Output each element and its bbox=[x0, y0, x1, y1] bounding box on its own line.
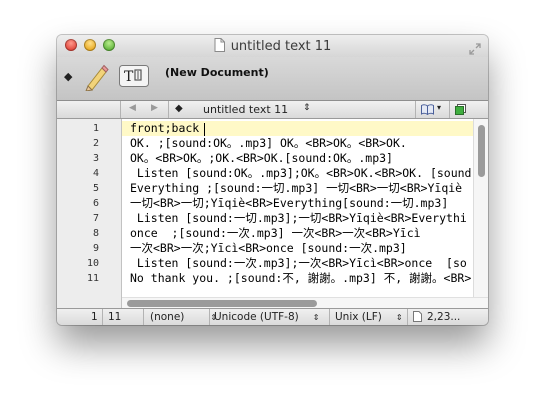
book-icon[interactable] bbox=[421, 104, 434, 118]
syntax-popup[interactable]: (none) ⇕ bbox=[150, 311, 217, 323]
title-bar[interactable]: untitled text 11 bbox=[57, 35, 488, 57]
svg-text:T: T bbox=[124, 69, 134, 85]
code-line[interactable]: Listen [sound:OK。.mp3];OK。<BR>OK.<BR>OK.… bbox=[130, 166, 473, 181]
line-endings-label: Unix (LF) bbox=[335, 311, 382, 323]
updown-icon: ⇕ bbox=[312, 313, 320, 322]
line-endings-popup[interactable]: Unix (LF) ⇕ bbox=[335, 311, 403, 323]
status-divider bbox=[102, 309, 103, 325]
bullet-icon: ◆ bbox=[175, 103, 183, 114]
status-divider bbox=[143, 309, 144, 325]
line-number: 6 bbox=[92, 198, 99, 209]
horizontal-scroll-thumb[interactable] bbox=[127, 300, 317, 307]
line-number: 2 bbox=[92, 138, 99, 149]
code-line[interactable]: once ;[sound:一次.mp3] 一次<BR>一次<BR>Yīcì bbox=[130, 226, 421, 241]
window-title: untitled text 11 bbox=[230, 39, 332, 54]
code-line[interactable]: OK。<BR>OK。;OK.<BR>OK.[sound:OK。.mp3] bbox=[130, 151, 393, 166]
code-line[interactable]: Listen [sound:一次.mp3];一次<BR>Yīcì<BR>once… bbox=[130, 256, 467, 271]
line-number: 8 bbox=[92, 228, 99, 239]
back-arrow-icon[interactable]: ◀ bbox=[129, 103, 136, 113]
line-number: 4 bbox=[92, 168, 99, 179]
navigation-bar: ◀ ▶ ◆ untitled text 11 ⇕ ▾ bbox=[57, 101, 488, 119]
bullet-icon: ◆ bbox=[64, 70, 73, 83]
text-options-icon[interactable]: T bbox=[119, 65, 149, 91]
vertical-scroll-thumb[interactable] bbox=[478, 125, 485, 177]
nav-divider bbox=[168, 101, 169, 118]
line-number: 10 bbox=[86, 258, 99, 269]
updown-icon: ⇕ bbox=[303, 103, 311, 113]
document-icon bbox=[214, 38, 225, 56]
line-number: 1 bbox=[92, 123, 99, 134]
file-size: 2,23... bbox=[427, 311, 461, 323]
line-number: 11 bbox=[86, 273, 99, 284]
updown-icon: ⇕ bbox=[395, 313, 403, 322]
column-indicator: 11 bbox=[108, 311, 122, 323]
syntax-label: (none) bbox=[150, 311, 185, 323]
code-line[interactable]: Listen [sound:一切.mp3];一切<BR>Yīqiè<BR>Eve… bbox=[130, 211, 467, 226]
code-line[interactable]: Everything ;[sound:一切.mp3] 一切<BR>一切<BR>Y… bbox=[130, 181, 462, 196]
document-label: (New Document) bbox=[165, 66, 269, 79]
nav-divider bbox=[120, 101, 121, 118]
editor-window: untitled text 11 ◆ T (New Document) ◀ ▶ … bbox=[57, 35, 488, 325]
status-divider bbox=[209, 309, 210, 325]
code-line[interactable]: No thank you. ;[sound:不, 謝謝。.mp3] 不, 謝謝。… bbox=[130, 271, 471, 286]
line-number: 3 bbox=[92, 153, 99, 164]
line-number: 9 bbox=[92, 243, 99, 254]
text-cursor bbox=[204, 123, 205, 136]
nav-divider bbox=[415, 101, 416, 118]
forward-arrow-icon[interactable]: ▶ bbox=[151, 103, 158, 113]
status-divider bbox=[329, 309, 330, 325]
line-number: 5 bbox=[92, 183, 99, 194]
document-drawer-icon[interactable] bbox=[455, 104, 466, 118]
window-title-area: untitled text 11 bbox=[57, 38, 488, 56]
encoding-label: Unicode (UTF-8) bbox=[214, 311, 299, 323]
code-line[interactable]: OK. ;[sound:OK。.mp3] OK。<BR>OK。<BR>OK. bbox=[130, 136, 407, 151]
toolbar: ◆ T (New Document) bbox=[57, 57, 488, 101]
chevron-down-icon[interactable]: ▾ bbox=[437, 103, 441, 112]
file-popup[interactable]: untitled text 11 bbox=[203, 103, 288, 116]
line-number: 7 bbox=[92, 213, 99, 224]
encoding-popup[interactable]: Unicode (UTF-8) ⇕ bbox=[214, 311, 319, 323]
code-line[interactable]: 一切<BR>一切;Yīqiè<BR>Everything[sound:一切.mp… bbox=[130, 196, 448, 211]
line-number-gutter: 1 2 3 4 5 6 7 8 9 10 11 bbox=[57, 119, 122, 308]
code-line[interactable]: 一次<BR>一次;Yīcì<BR>once [sound:一次.mp3] bbox=[130, 241, 407, 256]
file-icon bbox=[413, 311, 422, 325]
status-bar: 1 11 (none) ⇕ Unicode (UTF-8) ⇕ Unix (LF) ⇕… bbox=[57, 308, 488, 325]
status-divider bbox=[407, 309, 408, 325]
vertical-scrollbar[interactable] bbox=[473, 119, 488, 297]
nav-divider bbox=[449, 101, 450, 118]
pencil-icon[interactable] bbox=[83, 63, 109, 95]
line-indicator: 1 bbox=[91, 311, 98, 323]
text-editor[interactable]: front;back OK. ;[sound:OK。.mp3] OK。<BR>O… bbox=[122, 119, 473, 297]
code-line[interactable]: front;back bbox=[130, 121, 199, 136]
